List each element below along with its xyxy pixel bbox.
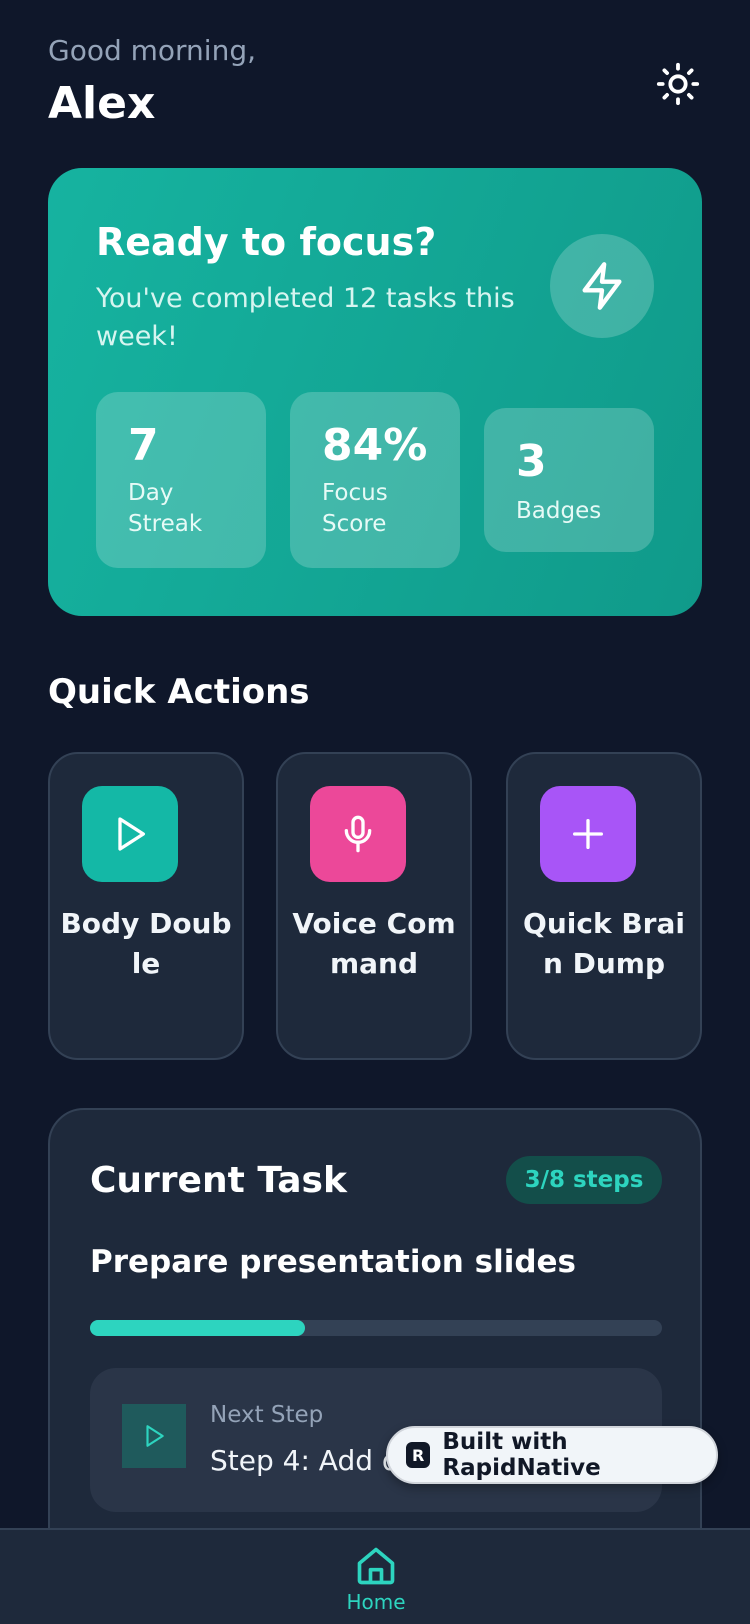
home-icon xyxy=(357,1547,395,1585)
quick-brain-dump-button[interactable]: Quick Brain Dump xyxy=(506,752,702,1060)
stat-label: Day Streak xyxy=(128,480,203,537)
task-progress-fill xyxy=(90,1320,305,1336)
bottom-nav: Home xyxy=(0,1528,750,1624)
nav-item-home[interactable]: Home xyxy=(336,1544,416,1624)
qa-label: Body Double xyxy=(60,907,232,980)
qa-icon-box xyxy=(82,786,178,882)
stat-value: 84% xyxy=(322,420,428,471)
qa-icon-box xyxy=(540,786,636,882)
play-icon xyxy=(146,1425,164,1447)
stat-value: 7 xyxy=(128,420,159,471)
next-step-text: Step 4: Add d xyxy=(210,1444,400,1477)
voice-command-button[interactable]: Voice Command xyxy=(276,752,472,1060)
play-icon xyxy=(118,817,145,851)
greeting-text: Good morning, xyxy=(48,34,257,67)
quick-actions-title: Quick Actions xyxy=(48,672,310,712)
task-progress-bar xyxy=(90,1320,662,1336)
nav-item-label: Home xyxy=(346,1590,406,1614)
stat-focus-score: 84% Focus Score xyxy=(290,392,460,568)
rapidnative-logo-icon: R xyxy=(406,1442,431,1468)
sun-icon xyxy=(656,62,700,106)
start-focus-button[interactable] xyxy=(550,234,654,338)
stat-day-streak: 7 Day Streak xyxy=(96,392,266,568)
steps-badge: 3/8 steps xyxy=(506,1156,662,1204)
qa-label: Voice Command xyxy=(292,907,456,980)
task-name: Prepare presentation slides xyxy=(90,1244,577,1280)
user-name: Alex xyxy=(48,78,156,129)
built-with-text: Built with RapidNative xyxy=(442,1429,601,1481)
theme-toggle-button[interactable] xyxy=(654,60,702,108)
hero-title: Ready to focus? xyxy=(96,220,437,264)
stat-value: 3 xyxy=(516,436,547,487)
next-step-label: Next Step xyxy=(210,1402,324,1428)
qa-icon-box xyxy=(310,786,406,882)
stat-label: Focus Score xyxy=(322,480,388,537)
hero-subtitle: You've completed 12 tasks this week! xyxy=(96,283,515,352)
microphone-icon xyxy=(344,815,372,853)
plus-icon xyxy=(573,819,603,849)
built-with-badge[interactable]: R Built with RapidNative xyxy=(386,1426,718,1484)
qa-label: Quick Brain Dump xyxy=(523,907,685,980)
current-task-heading: Current Task xyxy=(90,1160,347,1201)
home-screen: Good morning, Alex Ready to focus? You'v… xyxy=(0,0,750,1624)
stat-badges: 3 Badges xyxy=(484,408,654,552)
body-double-button[interactable]: Body Double xyxy=(48,752,244,1060)
stat-label: Badges xyxy=(516,498,602,524)
next-step-play-button[interactable] xyxy=(122,1404,186,1468)
focus-summary-card[interactable]: Ready to focus? You've completed 12 task… xyxy=(48,168,702,616)
lightning-bolt-icon xyxy=(582,262,622,310)
